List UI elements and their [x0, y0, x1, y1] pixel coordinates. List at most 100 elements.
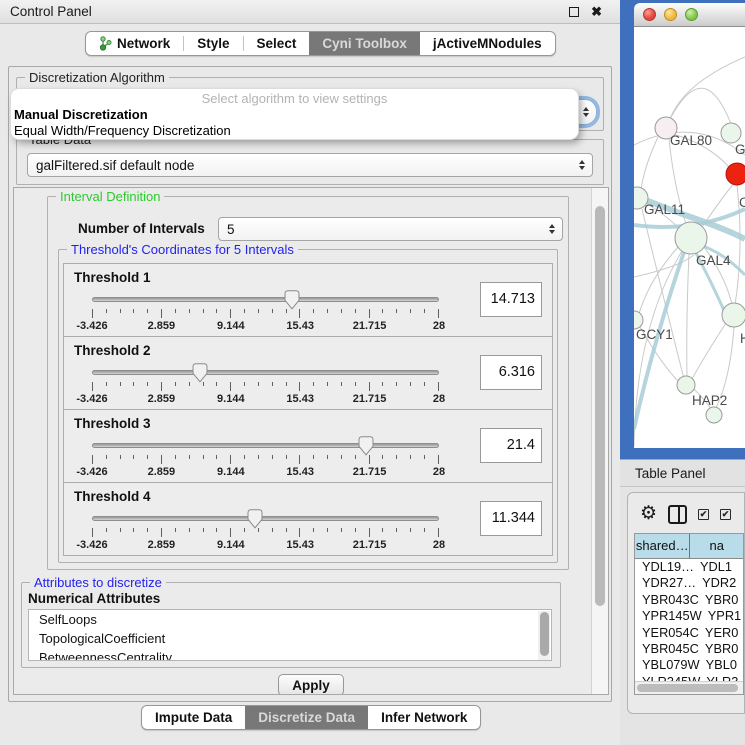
- threshold-slider[interactable]: -3.4262.8599.14415.4321.71528: [84, 288, 447, 334]
- table-row[interactable]: YPR145WYPR1: [635, 608, 743, 624]
- tab-label: Impute Data: [155, 710, 232, 725]
- dropdown-option-equal-width-frequency[interactable]: Equal Width/Frequency Discretization: [11, 123, 578, 139]
- threshold-panel: Threshold 2 -3.4262.8599.14415.4321.7152…: [63, 336, 553, 410]
- slider-track[interactable]: [92, 516, 439, 521]
- threshold-slider[interactable]: -3.4262.8599.14415.4321.71528: [84, 434, 447, 480]
- scale-label: 2.859: [148, 539, 176, 551]
- tab-impute-data[interactable]: Impute Data: [142, 706, 245, 729]
- threshold-value[interactable]: 21.4: [480, 428, 542, 463]
- slider-thumb[interactable]: [358, 436, 374, 456]
- tab-discretize-data[interactable]: Discretize Data: [245, 706, 368, 729]
- tick-mark: [424, 455, 425, 459]
- scale-label: 28: [433, 393, 445, 405]
- list-item[interactable]: BetweennessCentrality: [29, 648, 551, 661]
- table-cell[interactable]: YBL079W: [635, 657, 700, 673]
- number-of-intervals-combobox[interactable]: 5: [218, 217, 563, 241]
- tick-mark: [438, 455, 439, 464]
- table-cell[interactable]: YPR1: [702, 608, 743, 624]
- tab-jactivemnodules[interactable]: jActiveMNodules: [420, 32, 555, 55]
- node-label: HAP2: [692, 393, 727, 408]
- table-row[interactable]: YBL079WYBL0: [635, 657, 743, 673]
- table-cell[interactable]: YER0: [699, 625, 743, 641]
- column-header-name[interactable]: na: [690, 534, 743, 558]
- table-row[interactable]: YDL19…YDL1: [635, 559, 743, 575]
- gear-icon[interactable]: ⚙: [640, 504, 657, 524]
- network-window-titlebar[interactable]: [634, 3, 745, 27]
- tick-mark: [189, 528, 190, 532]
- table-row[interactable]: YBR043CYBR0: [635, 592, 743, 608]
- slider-track[interactable]: [92, 443, 439, 448]
- checkbox-icon[interactable]: ✔: [698, 509, 709, 520]
- minimize-traffic-light-icon[interactable]: [664, 8, 677, 21]
- threshold-value[interactable]: 6.316: [480, 355, 542, 390]
- network-node: [721, 123, 741, 143]
- network-canvas[interactable]: GAL80 GA C GAL11 GAL4 GCY1 H HAP2: [634, 27, 745, 448]
- close-traffic-light-icon[interactable]: [643, 8, 656, 21]
- table-panel-toolbar: ⚙ ✔ ✔: [640, 499, 744, 529]
- slider-track[interactable]: [92, 297, 439, 302]
- table-row[interactable]: YDR27…YDR2: [635, 575, 743, 591]
- threshold-slider[interactable]: -3.4262.8599.14415.4321.71528: [84, 361, 447, 407]
- scale-label: -3.426: [76, 466, 107, 478]
- split-columns-icon[interactable]: [668, 505, 687, 524]
- threshold-value[interactable]: 11.344: [480, 501, 542, 536]
- column-header-shared-name[interactable]: shared…: [635, 534, 690, 558]
- threshold-slider[interactable]: -3.4262.8599.14415.4321.71528: [84, 507, 447, 553]
- tab-style[interactable]: Style: [184, 32, 242, 55]
- tick-mark: [244, 382, 245, 386]
- tick-mark: [120, 309, 121, 313]
- tab-infer-network[interactable]: Infer Network: [368, 706, 480, 729]
- tab-cyni-toolbox[interactable]: Cyni Toolbox: [309, 32, 420, 55]
- table-cell[interactable]: YBR043C: [635, 592, 699, 608]
- screen: Control Panel ✖ Network: [0, 0, 745, 745]
- slider-track[interactable]: [92, 370, 439, 375]
- tick-mark: [106, 455, 107, 459]
- slider-thumb[interactable]: [247, 509, 263, 529]
- list-item[interactable]: TopologicalCoefficient: [29, 629, 551, 648]
- table-cell[interactable]: YDR2: [696, 575, 743, 591]
- tab-network[interactable]: Network: [86, 32, 183, 55]
- apply-button[interactable]: Apply: [278, 674, 344, 695]
- zoom-traffic-light-icon[interactable]: [685, 8, 698, 21]
- tab-select[interactable]: Select: [244, 32, 310, 55]
- panel-vertical-scrollbar[interactable]: [591, 188, 608, 694]
- tick-mark: [216, 455, 217, 459]
- table-cell[interactable]: YBR0: [699, 592, 743, 608]
- number-of-intervals-row: Number of Intervals 5: [48, 217, 568, 243]
- table-row[interactable]: YER054CYER0: [635, 625, 743, 641]
- table-data-combobox[interactable]: galFiltered.sif default node: [27, 153, 593, 177]
- table-panel-titlebar[interactable]: Table Panel: [620, 459, 745, 487]
- list-item[interactable]: SelfLoops: [29, 610, 551, 629]
- node-label: GAL11: [644, 202, 685, 217]
- table-cell[interactable]: YBR045C: [635, 641, 699, 657]
- table-cell[interactable]: YDL19…: [635, 559, 694, 575]
- tick-mark: [244, 309, 245, 313]
- table-scrollbar-thumb[interactable]: [637, 684, 738, 692]
- table-horizontal-scrollbar[interactable]: [635, 681, 743, 694]
- close-icon[interactable]: ✖: [591, 7, 602, 17]
- threshold-label: Threshold 1: [74, 270, 151, 285]
- dropdown-option-manual-discretization[interactable]: Manual Discretization: [11, 107, 578, 123]
- checkbox-icon[interactable]: ✔: [720, 509, 731, 520]
- table-cell[interactable]: YPR145W: [635, 608, 702, 624]
- table-cell[interactable]: YDR27…: [635, 575, 696, 591]
- slider-thumb[interactable]: [192, 363, 208, 383]
- scale-label: 21.715: [353, 320, 387, 332]
- tick-mark: [272, 455, 273, 459]
- table-cell[interactable]: YBR0: [699, 641, 743, 657]
- tick-mark: [133, 382, 134, 386]
- slider-thumb[interactable]: [284, 290, 300, 310]
- panel-scrollbar-thumb[interactable]: [595, 206, 605, 606]
- table-cell[interactable]: YDL1: [694, 559, 743, 575]
- table-row[interactable]: YBR045CYBR0: [635, 641, 743, 657]
- table-cell[interactable]: YER054C: [635, 625, 699, 641]
- node-label: GAL80: [670, 133, 712, 148]
- tick-mark: [286, 382, 287, 386]
- list-scrollbar[interactable]: [538, 611, 550, 661]
- tick-mark: [396, 455, 397, 459]
- threshold-value[interactable]: 14.713: [480, 282, 542, 317]
- table-cell[interactable]: YBL0: [700, 657, 743, 673]
- list-scrollbar-thumb[interactable]: [540, 612, 549, 656]
- float-window-icon[interactable]: [569, 7, 579, 17]
- numerical-attributes-list[interactable]: SelfLoopsTopologicalCoefficientBetweenne…: [28, 609, 552, 661]
